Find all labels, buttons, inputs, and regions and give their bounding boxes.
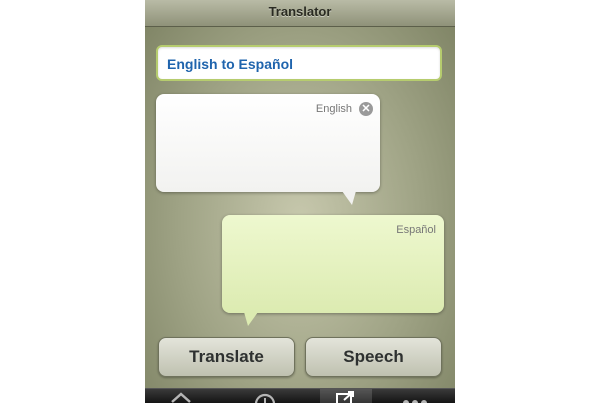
navigation-bar: Translator xyxy=(145,0,455,27)
translate-button[interactable]: Translate xyxy=(158,337,295,377)
tab-translator[interactable] xyxy=(320,389,372,403)
language-pair-selector[interactable]: English to Español xyxy=(156,45,442,81)
bubble-tail xyxy=(244,312,258,326)
tab-bar xyxy=(145,388,455,403)
translation-output-bubble: Español xyxy=(222,215,444,326)
speech-button[interactable]: Speech xyxy=(305,337,442,377)
language-pair-value: English to Español xyxy=(167,56,294,72)
tab-home[interactable] xyxy=(155,389,207,403)
translate-icon xyxy=(336,391,354,403)
tab-timer[interactable] xyxy=(239,389,291,403)
clock-icon xyxy=(254,393,276,403)
target-language-label: Español xyxy=(396,224,436,236)
home-icon xyxy=(171,392,191,403)
tab-more[interactable] xyxy=(390,389,442,403)
clear-icon[interactable]: ✕ xyxy=(359,102,373,116)
more-icon xyxy=(403,400,427,403)
source-language-label: English xyxy=(315,103,352,115)
app-screen: Translator English to Español English ✕ … xyxy=(145,0,455,403)
page-title: Translator xyxy=(268,4,332,19)
source-text-bubble[interactable]: English ✕ xyxy=(156,94,380,205)
bubble-tail xyxy=(342,191,356,205)
